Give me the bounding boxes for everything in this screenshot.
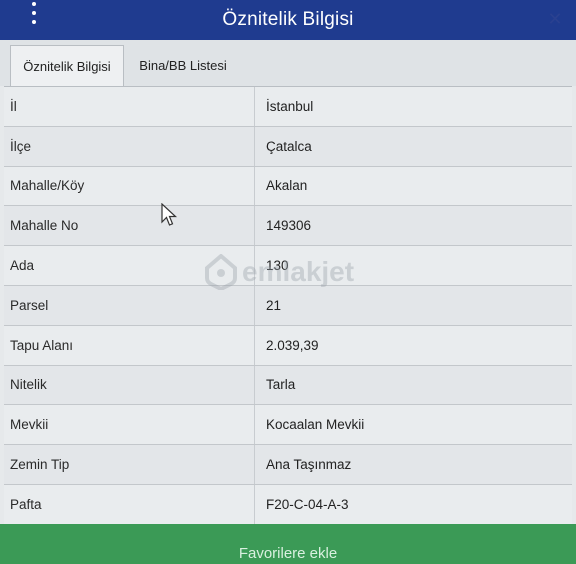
attribute-table: İl İstanbul İlçe Çatalca Mahalle/Köy Akalan… xyxy=(4,86,572,525)
row-key: Parsel xyxy=(10,297,49,313)
row-value: 149306 xyxy=(266,218,312,234)
vertical-dots-icon[interactable] xyxy=(26,2,42,24)
tab-bar: Öznitelik Bilgisi Bina/BB Listesi xyxy=(0,40,576,86)
add-favorites-button[interactable]: Favorilere ekle xyxy=(0,524,576,564)
row-value: İstanbul xyxy=(266,98,314,114)
watermark-logo: emlakjet xyxy=(204,250,384,294)
house-pin-icon xyxy=(205,254,237,290)
row-key: Mahalle No xyxy=(10,218,79,234)
page-title: Öznitelik Bilgisi xyxy=(222,9,354,30)
row-key: İl xyxy=(10,98,17,114)
table-row: İlçe Çatalca xyxy=(4,126,572,167)
table-row: Mevkii Kocaalan Mevkii xyxy=(4,405,572,446)
row-key: Ada xyxy=(10,258,35,274)
row-key: Pafta xyxy=(10,496,42,512)
tab-building-list[interactable]: Bina/BB Listesi xyxy=(128,45,238,86)
table-row: Mahalle/Köy Akalan xyxy=(4,166,572,207)
row-key: İlçe xyxy=(10,138,32,154)
watermark-text: emlakjet xyxy=(242,256,355,287)
row-value: 2.039,39 xyxy=(266,337,319,353)
table-row: Mahalle No 149306 xyxy=(4,206,572,247)
row-value: Ana Taşınmaz xyxy=(266,457,352,473)
row-value: Kocaalan Mevkii xyxy=(266,417,365,433)
row-value: Tarla xyxy=(266,377,296,393)
row-key: Tapu Alanı xyxy=(10,337,74,353)
table-row: Zemin Tip Ana Taşınmaz xyxy=(4,445,572,485)
row-value: Akalan xyxy=(266,178,308,194)
mouse-cursor-icon xyxy=(161,203,178,226)
close-icon[interactable]: ✕ xyxy=(544,8,566,30)
row-key: Mahalle/Köy xyxy=(10,178,85,194)
table-row: İl İstanbul xyxy=(4,87,572,127)
row-key: Zemin Tip xyxy=(10,457,70,473)
table-row: Pafta F20-C-04-A-3 xyxy=(4,484,572,525)
row-key: Nitelik xyxy=(10,377,47,393)
tab-attribute-info[interactable]: Öznitelik Bilgisi xyxy=(10,45,124,86)
table-row: Nitelik Tarla xyxy=(4,365,572,406)
table-row: Tapu Alanı 2.039,39 xyxy=(4,325,572,366)
row-value: Çatalca xyxy=(266,138,312,154)
row-key: Mevkii xyxy=(10,417,49,433)
row-value: F20-C-04-A-3 xyxy=(266,496,349,512)
header-bar: Öznitelik Bilgisi ✕ xyxy=(0,0,576,40)
